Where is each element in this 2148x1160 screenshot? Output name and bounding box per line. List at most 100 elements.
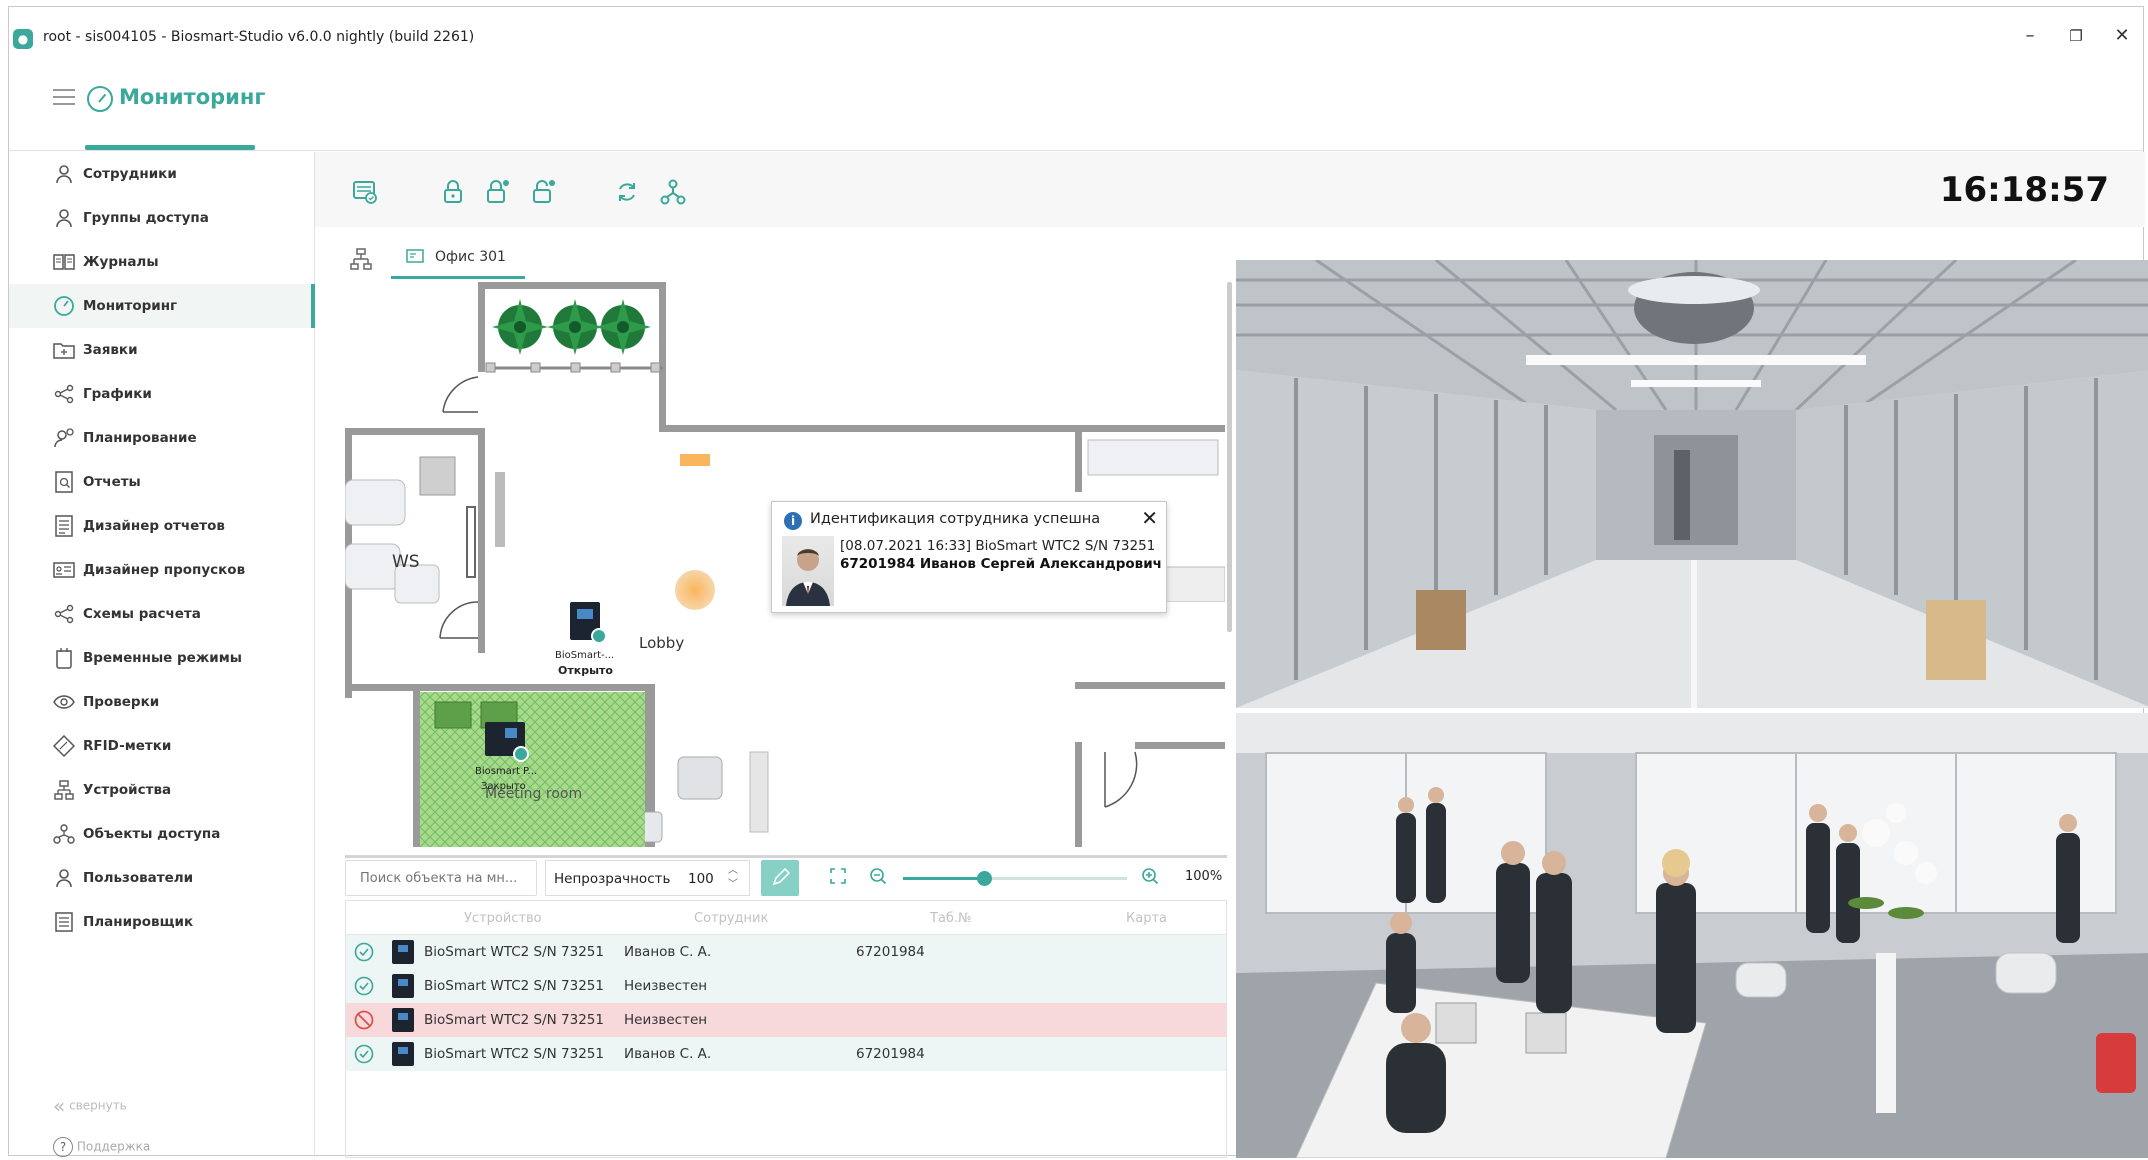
sidebar-item-employees[interactable]: Сотрудники — [9, 152, 315, 196]
close-window-button[interactable]: ✕ — [2107, 25, 2137, 46]
column-header-card[interactable]: Карта — [1126, 911, 1167, 926]
sidebar-item-label: Графики — [83, 386, 152, 402]
page-title: Мониторинг — [119, 85, 266, 109]
graph-icon — [53, 383, 75, 405]
sidebar-item-journals[interactable]: Журналы — [9, 240, 315, 284]
ws-label: WS — [392, 552, 420, 572]
sidebar-item-checks[interactable]: Проверки — [9, 680, 315, 724]
biosmart-device-icon — [392, 1008, 414, 1032]
camera-view-office[interactable] — [1236, 713, 2148, 1158]
sidebar-item-access-groups[interactable]: Группы доступа — [9, 196, 315, 240]
table-row[interactable]: BioSmart WTC2 S/N 73251 Иванов С. А. 672… — [346, 935, 1226, 969]
report-designer-icon — [53, 515, 75, 537]
sidebar-item-graphs[interactable]: Графики — [9, 372, 315, 416]
sidebar-item-label: Сотрудники — [83, 166, 177, 182]
refresh-icon[interactable] — [613, 178, 641, 206]
sidebar-item-calc-schemes[interactable]: Схемы расчета — [9, 592, 315, 636]
sidebar-item-users[interactable]: Пользователи — [9, 856, 315, 900]
tree-view-icon[interactable] — [349, 247, 373, 271]
map-tools-bar: Непрозрачность 100 ︿﹀ 100% — [345, 855, 1227, 899]
sidebar-item-pass-designer[interactable]: Дизайнер пропусков — [9, 548, 315, 592]
planning-icon — [53, 427, 75, 449]
sidebar-item-devices[interactable]: Устройства — [9, 768, 315, 812]
window-title: root - sis004105 - Biosmart-Studio v6.0.… — [43, 29, 475, 45]
map-search-input[interactable] — [345, 860, 537, 896]
camera-view-corridor[interactable] — [1236, 260, 2148, 708]
help-icon: ? — [53, 1137, 73, 1157]
plan-scrollbar[interactable] — [1227, 282, 1232, 632]
edit-pen-button[interactable] — [761, 860, 799, 896]
plan-tabs: Офис 301 — [339, 239, 1239, 279]
sidebar-item-time-modes[interactable]: Временные режимы — [9, 636, 315, 680]
sidebar: Сотрудники Группы доступа Журналы Монито… — [9, 152, 315, 1157]
scheme-icon — [53, 603, 75, 625]
network-icon[interactable] — [659, 178, 687, 206]
support-label: Поддержка — [76, 1139, 151, 1154]
hamburger-menu-icon[interactable] — [53, 89, 75, 105]
fit-screen-icon[interactable] — [829, 867, 847, 885]
gauge-icon — [87, 86, 113, 112]
sidebar-item-rfid[interactable]: RFID-метки — [9, 724, 315, 768]
device-biosmart-2[interactable] — [485, 722, 529, 762]
minimize-button[interactable]: – — [2015, 25, 2045, 46]
rfid-icon — [53, 735, 75, 757]
zoom-in-icon[interactable] — [1141, 867, 1159, 885]
sidebar-item-report-designer[interactable]: Дизайнер отчетов — [9, 504, 315, 548]
zoom-slider-fill — [903, 877, 984, 880]
column-header-tab-number[interactable]: Таб.№ — [930, 911, 972, 926]
opacity-control[interactable]: Непрозрачность 100 ︿ ﹀ — [545, 860, 750, 896]
zoom-slider[interactable] — [903, 871, 1127, 886]
report-icon — [53, 471, 75, 493]
sidebar-item-label: Пользователи — [83, 870, 194, 886]
collapse-label: свернуть — [69, 1098, 127, 1113]
sidebar-item-requests[interactable]: Заявки — [9, 328, 315, 372]
support-link[interactable]: ? Поддержка — [53, 1137, 150, 1157]
zoom-out-icon[interactable] — [869, 867, 887, 885]
tab-office-301[interactable]: Офис 301 — [391, 239, 525, 279]
device-biosmart-1[interactable] — [570, 602, 607, 644]
events-table-header: Устройство Сотрудник Таб.№ Карта — [346, 901, 1226, 935]
user-icon — [53, 867, 75, 889]
unlock-all-icon[interactable] — [529, 178, 557, 206]
pass-designer-icon — [53, 559, 75, 581]
sidebar-item-planning[interactable]: Планирование — [9, 416, 315, 460]
popup-close-button[interactable]: ✕ — [1141, 506, 1158, 530]
event-employee: Иванов С. А. — [624, 944, 712, 960]
device-list-icon[interactable] — [351, 178, 379, 206]
collapse-sidebar-button[interactable]: « свернуть — [53, 1094, 127, 1118]
app-logo-icon: ● — [13, 29, 33, 49]
event-employee: Неизвестен — [624, 1012, 708, 1028]
floor-plan-icon — [405, 247, 425, 271]
lock-all-icon[interactable] — [483, 178, 511, 206]
opacity-value[interactable]: 100 — [688, 871, 714, 887]
eye-icon — [53, 691, 75, 713]
title-bar: ● root - sis004105 - Biosmart-Studio v6.… — [9, 7, 2143, 67]
lock-icon[interactable] — [439, 178, 467, 206]
column-header-device[interactable]: Устройство — [464, 911, 542, 926]
popup-title: Идентификация сотрудника успешна — [810, 511, 1101, 527]
sidebar-item-label: Дизайнер пропусков — [83, 562, 246, 578]
column-header-employee[interactable]: Сотрудник — [694, 911, 768, 926]
biosmart-device-icon — [392, 974, 414, 998]
sidebar-item-access-objects[interactable]: Объекты доступа — [9, 812, 315, 856]
restore-button[interactable]: ❐ — [2061, 27, 2091, 45]
table-row[interactable]: BioSmart WTC2 S/N 73251 Неизвестен — [346, 969, 1226, 1003]
opacity-stepper-icon[interactable]: ︿ ﹀ — [728, 864, 738, 892]
group-icon — [53, 207, 75, 229]
info-icon: i — [784, 512, 802, 530]
biosmart-device-icon — [392, 1042, 414, 1066]
check-circle-icon — [354, 942, 374, 962]
sidebar-item-monitoring[interactable]: Мониторинг — [9, 284, 315, 328]
sidebar-item-scheduler[interactable]: Планировщик — [9, 900, 315, 944]
sidebar-item-label: Дизайнер отчетов — [83, 518, 225, 534]
plants — [492, 299, 651, 355]
sidebar-item-label: Устройства — [83, 782, 172, 798]
sidebar-item-reports[interactable]: Отчеты — [9, 460, 315, 504]
lamp — [680, 454, 710, 466]
table-row[interactable]: BioSmart WTC2 S/N 73251 Иванов С. А. 672… — [346, 1037, 1226, 1071]
biosmart-device-icon — [392, 940, 414, 964]
event-device: BioSmart WTC2 S/N 73251 — [424, 1012, 604, 1028]
table-row[interactable]: BioSmart WTC2 S/N 73251 Неизвестен — [346, 1003, 1226, 1037]
zoom-slider-thumb[interactable] — [976, 871, 992, 886]
identification-popup: i Идентификация сотрудника успешна ✕ [08… — [771, 501, 1167, 613]
